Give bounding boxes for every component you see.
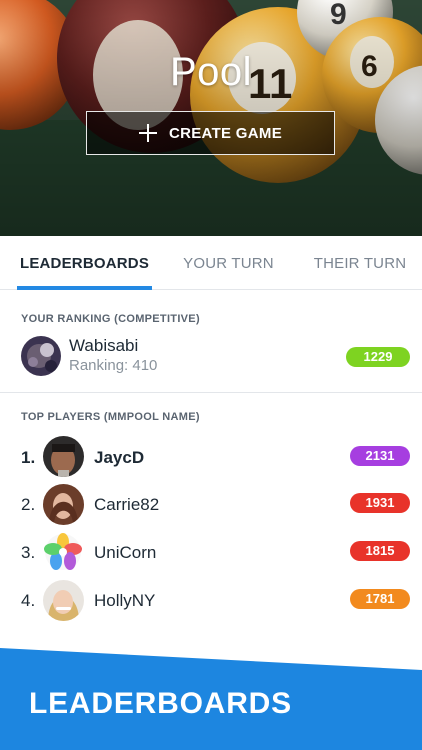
my-player-name: Wabisabi <box>69 336 139 355</box>
hero-banner: 11 9 6 Pool CREATE GAME <box>0 0 422 236</box>
divider <box>0 392 422 393</box>
player-name[interactable]: Carrie82 <box>94 495 159 515</box>
score-badge: 1229 <box>346 347 410 367</box>
score-badge: 1781 <box>350 589 410 609</box>
avatar <box>43 436 84 477</box>
avatar <box>21 336 61 376</box>
player-rank: 4. <box>21 591 36 610</box>
active-tab-indicator <box>17 286 152 290</box>
footer-title: LEADERBOARDS <box>29 687 292 720</box>
your-ranking-header: YOUR RANKING (COMPETITIVE) <box>21 313 200 325</box>
player-name[interactable]: HollyNY <box>94 591 155 611</box>
player-rank: 1. <box>21 448 36 467</box>
tab-bar: LEADERBOARDS YOUR TURN THEIR TURN <box>0 236 422 290</box>
player-rank: 3. <box>21 543 36 562</box>
create-game-label: CREATE GAME <box>168 124 283 142</box>
tab-your-turn[interactable]: YOUR TURN <box>176 236 281 290</box>
player-name[interactable]: UniCorn <box>94 543 156 563</box>
avatar <box>43 580 84 621</box>
score-badge: 1815 <box>350 541 410 561</box>
avatar <box>43 484 84 525</box>
top-players-header: TOP PLAYERS (MMPOOL NAME) <box>21 411 200 423</box>
tab-leaderboards[interactable]: LEADERBOARDS <box>17 236 152 290</box>
player-name[interactable]: JaycD <box>94 448 144 468</box>
score-badge: 2131 <box>350 446 410 466</box>
tab-their-turn[interactable]: THEIR TURN <box>306 236 414 290</box>
my-ranking-text: Ranking: 410 <box>69 357 158 374</box>
create-game-button[interactable]: CREATE GAME <box>86 111 335 155</box>
page-title: Pool <box>169 50 253 94</box>
score-badge: 1931 <box>350 493 410 513</box>
plus-icon <box>138 124 157 142</box>
player-rank: 2. <box>21 495 36 514</box>
avatar <box>43 532 84 573</box>
